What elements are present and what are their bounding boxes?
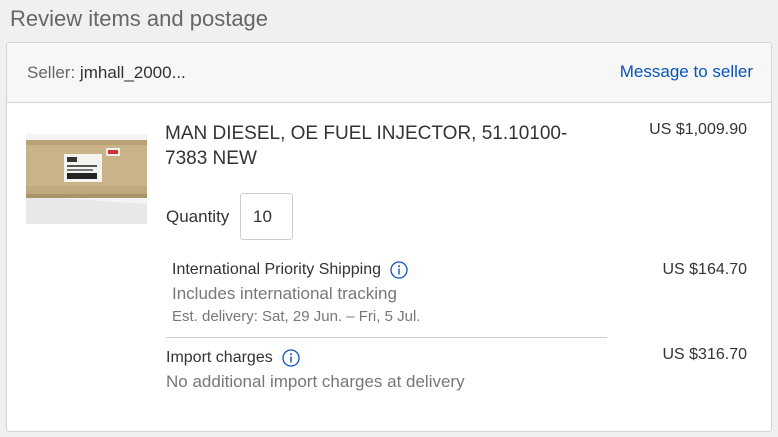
section-title: Review items and postage bbox=[10, 6, 269, 31]
seller-label: Seller: bbox=[27, 63, 76, 82]
import-price: US $316.70 bbox=[662, 346, 747, 363]
import-name-row: Import charges bbox=[166, 348, 606, 368]
divider bbox=[166, 337, 607, 338]
shipping-name-row: International Priority Shipping bbox=[172, 260, 612, 280]
seller-name: jmhall_2000... bbox=[79, 63, 186, 82]
import-info-icon[interactable] bbox=[282, 349, 300, 367]
shipping-info-icon[interactable] bbox=[390, 261, 408, 279]
card-header: Seller: jmhall_2000... Message to seller bbox=[7, 43, 771, 103]
quantity-label: Quantity bbox=[166, 207, 230, 226]
item-image[interactable] bbox=[26, 134, 147, 224]
item-price: US $1,009.90 bbox=[649, 121, 747, 138]
seller-info: Seller: jmhall_2000... bbox=[27, 63, 186, 83]
shipping-subtitle: Includes international tracking bbox=[172, 284, 397, 303]
order-item-card: Seller: jmhall_2000... Message to seller… bbox=[6, 42, 772, 432]
quantity-input[interactable] bbox=[240, 193, 293, 240]
message-seller-link[interactable]: Message to seller bbox=[620, 62, 753, 82]
item-title[interactable]: MAN DIESEL, OE FUEL INJECTOR, 51.10100-7… bbox=[165, 121, 605, 171]
product-photo-icon bbox=[26, 134, 147, 224]
import-charges: Import charges No additional import char… bbox=[166, 348, 606, 393]
import-name: Import charges bbox=[166, 349, 273, 366]
shipping-price: US $164.70 bbox=[662, 261, 747, 278]
shipping-name: International Priority Shipping bbox=[172, 261, 382, 278]
import-subtitle: No additional import charges at delivery bbox=[166, 372, 465, 391]
shipping-option: International Priority Shipping Includes… bbox=[172, 260, 612, 327]
shipping-estimate: Est. delivery: Sat, 29 Jun. – Fri, 5 Jul… bbox=[172, 308, 421, 325]
